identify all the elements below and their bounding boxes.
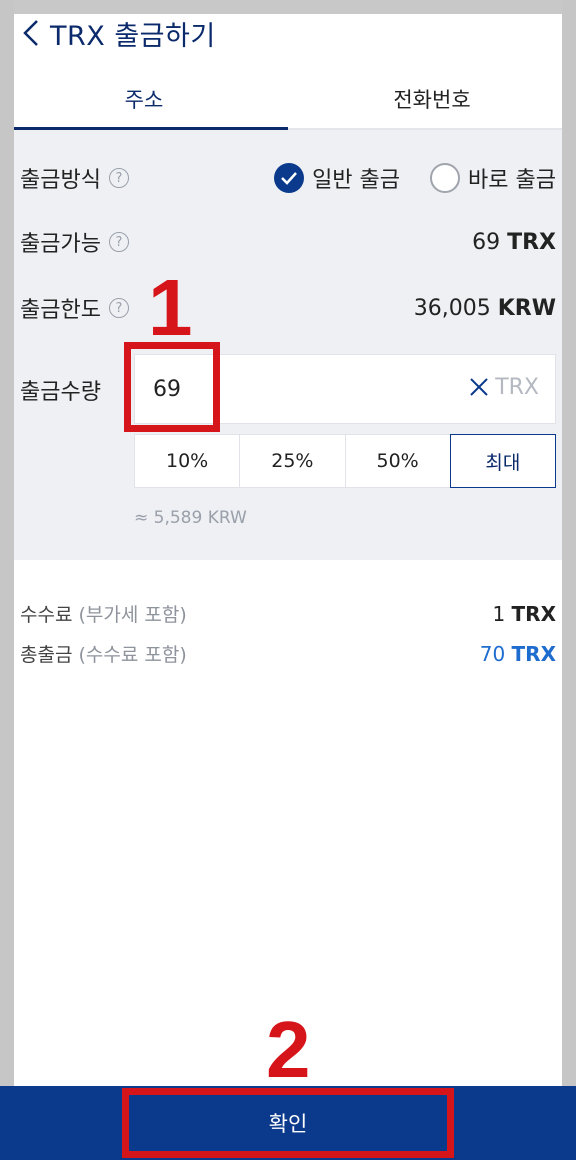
page-title: TRX 출금하기 — [50, 20, 216, 52]
total-label: 총출금 — [20, 644, 73, 666]
tab-bar: 주소 전화번호 — [14, 74, 562, 130]
method-radio-group: 일반 출금 바로 출금 — [244, 162, 556, 194]
total-row: 총출금 (수수료 포함) 70 TRX — [20, 640, 556, 667]
radio-instant-withdraw[interactable]: 바로 출금 — [430, 162, 556, 194]
fee-row: 수수료 (부가세 포함) 1 TRX — [20, 600, 556, 627]
percent-buttons: 10% 25% 50% 최대 — [134, 434, 556, 488]
tab-address[interactable]: 주소 — [14, 74, 288, 130]
percent-25-button[interactable]: 25% — [239, 434, 346, 488]
annotation-box-confirm — [122, 1088, 454, 1158]
help-icon[interactable]: ? — [108, 298, 129, 318]
fee-label: 수수료 — [20, 604, 73, 626]
fee-note: (부가세 포함) — [78, 604, 187, 626]
radio-normal-withdraw[interactable]: 일반 출금 — [274, 162, 400, 194]
available-row: 출금가능 ? 69 TRX — [20, 226, 556, 258]
limit-label: 출금한도 — [20, 298, 101, 323]
annotation-box-quantity — [124, 342, 220, 432]
radio-instant-label: 바로 출금 — [468, 168, 556, 193]
quantity-unit: TRX — [495, 375, 539, 400]
total-note: (수수료 포함) — [78, 644, 187, 666]
radio-normal-label: 일반 출금 — [312, 168, 401, 193]
quantity-label-row: 출금수량 — [20, 374, 130, 406]
fee-value: 1 TRX — [492, 601, 556, 626]
available-label: 출금가능 — [20, 232, 101, 257]
back-arrow-icon[interactable] — [16, 16, 46, 50]
left-margin — [0, 0, 14, 1160]
radio-checked-icon — [274, 163, 305, 193]
quantity-label: 출금수량 — [20, 380, 101, 405]
radio-unchecked-icon — [430, 163, 461, 193]
max-button[interactable]: 최대 — [449, 434, 556, 488]
help-icon[interactable]: ? — [108, 232, 129, 252]
available-value: 69 TRX — [472, 229, 556, 255]
method-label: 출금방식 — [20, 168, 101, 193]
method-row: 출금방식 ? 일반 출금 바로 출금 — [20, 162, 556, 194]
limit-value: 36,005 KRW — [413, 295, 556, 321]
percent-10-button[interactable]: 10% — [134, 434, 241, 488]
percent-50-button[interactable]: 50% — [344, 434, 451, 488]
help-icon[interactable]: ? — [108, 168, 129, 188]
withdraw-screen: TRX 출금하기 주소 전화번호 출금방식 ? 일반 출금 바로 출금 출금가능… — [14, 14, 562, 1160]
limit-row: 출금한도 ? 36,005 KRW — [20, 292, 556, 324]
krw-estimate: ≈ 5,589 KRW — [134, 508, 247, 528]
tab-phone[interactable]: 전화번호 — [288, 74, 562, 128]
clear-icon[interactable] — [469, 377, 489, 401]
total-value: 70 TRX — [479, 641, 556, 666]
withdraw-form-panel: 출금방식 ? 일반 출금 바로 출금 출금가능 ? 69 TRX 출금한도 ? … — [14, 130, 562, 560]
header: TRX 출금하기 — [14, 14, 562, 52]
annotation-step-2: 2 — [266, 1005, 311, 1094]
right-margin — [562, 0, 576, 1160]
annotation-step-1: 1 — [148, 263, 193, 352]
